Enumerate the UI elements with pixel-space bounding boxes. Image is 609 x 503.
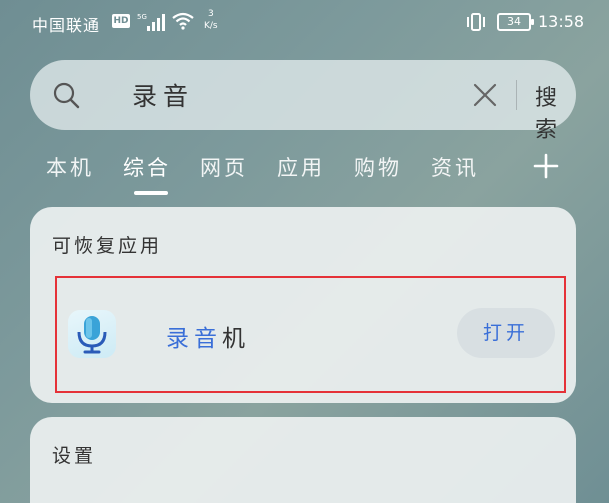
microphone-icon (77, 316, 107, 354)
search-divider (516, 80, 517, 110)
clock: 13:58 (538, 12, 585, 31)
wifi-icon (172, 12, 194, 30)
active-tab-indicator (134, 191, 168, 195)
search-input[interactable] (132, 78, 452, 112)
section-title: 设置 (52, 445, 97, 467)
add-icon[interactable] (532, 152, 560, 180)
app-name-highlight: 录音 (166, 326, 222, 352)
search-icon (53, 82, 80, 109)
speed-unit: K/s (204, 21, 218, 31)
recoverable-apps-card: 可恢复应用 录音机 打开 (30, 207, 576, 403)
tab-local[interactable]: 本机 (46, 152, 94, 182)
battery-indicator: 34 (497, 13, 534, 31)
app-name[interactable]: 录音机 (166, 319, 250, 353)
search-bar[interactable]: 搜索 (30, 60, 576, 143)
tab-all[interactable]: 综合 (123, 152, 171, 182)
tab-apps[interactable]: 应用 (277, 152, 325, 182)
network-type: 5G (137, 13, 147, 21)
tab-news[interactable]: 资讯 (431, 152, 479, 182)
open-button[interactable]: 打开 (457, 308, 555, 358)
app-name-rest: 机 (222, 326, 250, 352)
signal-icon: 5G (137, 13, 165, 31)
speed-value: 3 (207, 9, 214, 19)
tab-web[interactable]: 网页 (200, 152, 248, 182)
section-title: 可恢复应用 (52, 235, 163, 257)
settings-card: 设置 (30, 417, 576, 503)
search-button[interactable]: 搜索 (535, 80, 576, 144)
status-bar: 中国联通 HD 5G 3 K/s 34 13:58 (0, 0, 609, 46)
tab-shopping[interactable]: 购物 (354, 152, 402, 182)
clear-icon[interactable] (473, 83, 497, 107)
vibrate-icon (467, 13, 485, 31)
carrier-name: 中国联通 (32, 16, 101, 35)
network-speed: 3 K/s (204, 8, 218, 32)
category-tabs: 本机 综合 网页 应用 购物 资讯 (0, 148, 609, 196)
recorder-app-icon[interactable] (68, 310, 116, 358)
hd-badge: HD (112, 14, 130, 28)
